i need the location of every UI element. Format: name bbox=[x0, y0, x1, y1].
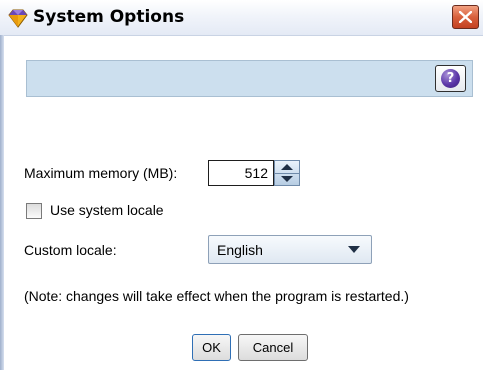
max-memory-spinner bbox=[274, 160, 300, 186]
custom-locale-value: English bbox=[217, 242, 263, 258]
max-memory-input[interactable]: 512 bbox=[208, 160, 274, 186]
custom-locale-dropdown[interactable]: English bbox=[208, 235, 372, 264]
window-frame bbox=[0, 35, 4, 370]
arrow-up-icon bbox=[281, 164, 293, 170]
window-title: System Options bbox=[33, 7, 185, 27]
close-button[interactable] bbox=[452, 5, 479, 29]
custom-locale-label: Custom locale: bbox=[24, 242, 117, 258]
use-system-locale-label: Use system locale bbox=[50, 202, 164, 218]
chevron-down-icon bbox=[348, 246, 360, 253]
max-memory-label: Maximum memory (MB): bbox=[24, 165, 178, 181]
help-icon: ? bbox=[441, 69, 460, 88]
title-bar[interactable]: System Options bbox=[0, 0, 483, 36]
cancel-button[interactable]: Cancel bbox=[238, 334, 308, 361]
system-options-dialog: System Options ? Maximum memory (MB): 51… bbox=[0, 0, 483, 370]
spin-down-button[interactable] bbox=[275, 173, 299, 185]
close-icon bbox=[459, 11, 472, 23]
dialog-toolbar: ? bbox=[26, 60, 473, 97]
ok-button[interactable]: OK bbox=[192, 334, 231, 361]
arrow-down-icon bbox=[281, 176, 293, 182]
use-system-locale-checkbox[interactable] bbox=[26, 203, 42, 219]
help-button[interactable]: ? bbox=[435, 65, 466, 92]
diamond-app-icon bbox=[8, 8, 28, 28]
restart-note: (Note: changes will take effect when the… bbox=[24, 288, 409, 304]
